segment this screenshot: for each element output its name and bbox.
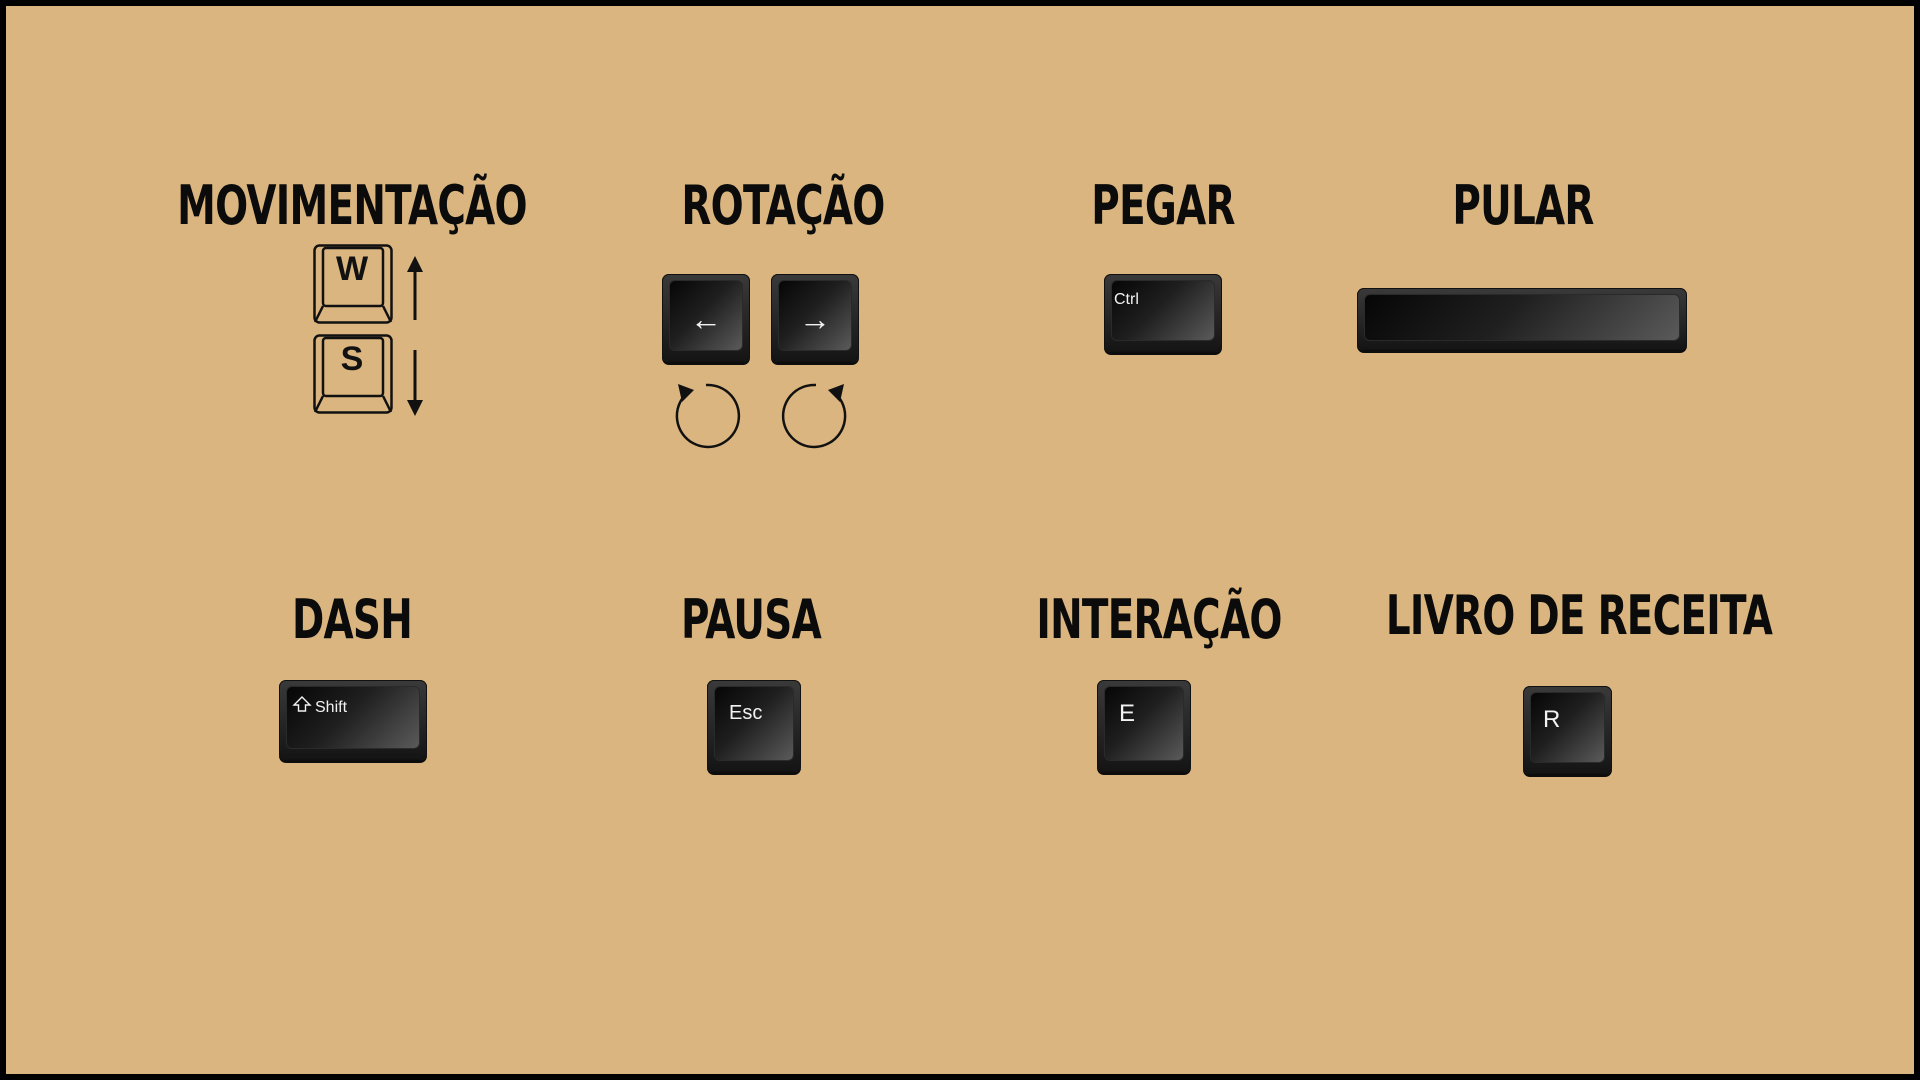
r-key: R [1523, 686, 1612, 774]
ctrl-key-label: Ctrl [1114, 291, 1139, 308]
shift-key-label: Shift [315, 699, 348, 716]
controls-panel: MOVIMENTAÇÃO W S ROTAÇÃO ← → PEGAR Ctrl … [6, 6, 1914, 1074]
shift-key: Shift [279, 680, 427, 760]
ctrl-key: Ctrl [1104, 274, 1222, 352]
s-key-label: S [340, 340, 364, 378]
space-key [1357, 288, 1687, 350]
right-arrow-key-label: → [799, 301, 831, 337]
rotate-left-icon [675, 383, 741, 449]
pausa-title: PAUSA [681, 588, 822, 651]
shift-arrow-icon [292, 696, 312, 712]
pegar-title: PEGAR [1091, 174, 1235, 237]
right-arrow-key: → [771, 274, 859, 362]
r-key-label: R [1543, 706, 1561, 733]
rotate-right-icon [781, 383, 847, 449]
e-key: E [1097, 680, 1191, 772]
e-key-label: E [1119, 700, 1136, 727]
esc-key-label: Esc [729, 702, 763, 724]
pular-title: PULAR [1452, 174, 1594, 237]
arrow-down-icon [407, 350, 423, 416]
dash-title: DASH [291, 588, 413, 651]
s-key: S [313, 334, 393, 414]
arrow-up-icon [407, 256, 423, 320]
left-arrow-key: ← [662, 274, 750, 362]
movimentacao-title: MOVIMENTAÇÃO [177, 174, 527, 237]
w-key: W [313, 244, 393, 324]
livro-title: LIVRO DE RECEITA [1385, 584, 1773, 647]
interacao-title: INTERAÇÃO [1036, 588, 1282, 651]
w-key-label: W [335, 250, 369, 288]
left-arrow-key-label: ← [690, 301, 722, 337]
rotacao-title: ROTAÇÃO [681, 174, 885, 237]
esc-key: Esc [707, 680, 801, 772]
